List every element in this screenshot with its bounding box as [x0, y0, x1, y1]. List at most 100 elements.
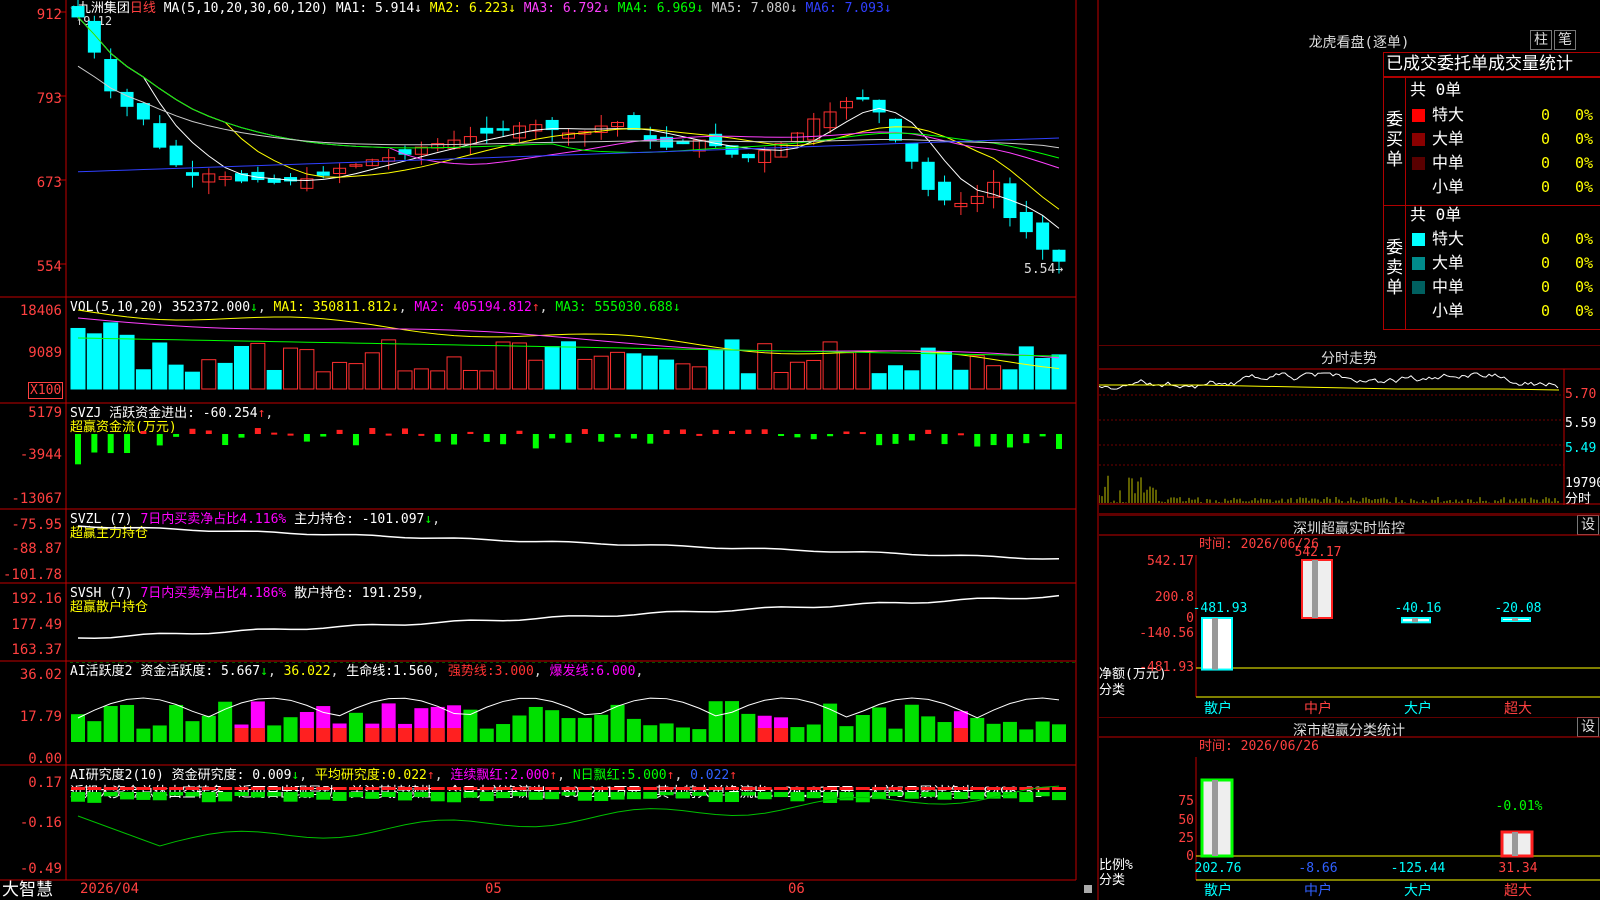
date-tick: 2026/04 [80, 881, 140, 897]
research-mark [201, 787, 216, 790]
research-bar [725, 792, 739, 803]
volume-panel[interactable]: VOL(5,10,20) 352372.000↓, MA1: 350811.81… [0, 298, 1098, 404]
research-mark [283, 787, 298, 790]
research-mark [626, 787, 641, 790]
research-bar [806, 792, 821, 799]
flow-bar [859, 432, 866, 435]
svsh-panel[interactable]: SVSH (7) 7日内买卖净占比4.186% 散户持仓: 191.259, 超… [0, 584, 1098, 662]
research-bar [283, 792, 298, 802]
order-color-swatch [1412, 157, 1425, 170]
research-mark [234, 787, 249, 790]
volume-bar [953, 369, 969, 390]
tick-mode-button[interactable]: 笔 [1554, 30, 1576, 50]
candlestick-chart[interactable] [0, 0, 1098, 298]
flow-bar [320, 434, 327, 437]
sz-class-category: 超大 [1504, 883, 1532, 899]
research-mark [398, 787, 412, 790]
activity-base [381, 728, 396, 742]
price-panel[interactable]: ★九洲集团日线 MA(5,10,20,30,60,120) MA1: 5.914… [0, 0, 1098, 298]
research-bar [381, 792, 396, 798]
activity-bar [561, 718, 576, 742]
svzl-panel[interactable]: SVZL (7) 7日内买卖净占比4.116% 主力持仓: -101.097↓,… [0, 510, 1098, 584]
flow-bar [598, 434, 605, 442]
volume-bar [462, 369, 478, 390]
intraday-chart[interactable] [1099, 345, 1600, 515]
holding-line [77, 594, 1060, 640]
ai-research-panel[interactable]: AI研究度2(10) 资金研究度: 0.009↓, 平均研究度:0.022↑, … [0, 766, 1098, 880]
research-mark [218, 787, 233, 790]
volume-bar [86, 333, 102, 390]
sz-monitor-panel[interactable]: 深圳超赢实时监控 设 时间: 2026/06/26 净额(万元) 分类 542.… [1099, 515, 1600, 717]
candle-body [872, 99, 886, 113]
sz-class-axis-tick: 75 [1178, 794, 1194, 809]
research-bar [741, 792, 756, 796]
lock-icon[interactable] [1084, 885, 1092, 893]
sz-class-value: 202.76 [1195, 861, 1242, 876]
lhb-row-n: 0 [1541, 130, 1551, 148]
lhb-row-p: 0% [1575, 302, 1594, 320]
candle-body [87, 20, 101, 53]
volume-bar [201, 359, 217, 390]
flow-bar [778, 434, 785, 436]
research-mark [937, 787, 952, 790]
flow-bar [908, 434, 915, 441]
ai1-bars [70, 662, 1076, 742]
flow-bar [696, 433, 703, 436]
activity-bar [725, 701, 739, 742]
activity-bar [806, 724, 821, 742]
activity-bar [103, 706, 118, 742]
candle-body [889, 118, 902, 141]
activity-bar [708, 701, 723, 742]
activity-bar [152, 725, 167, 742]
svzj-panel[interactable]: SVZJ 活跃资金进出: -60.254↑, 超赢资金流(万元) 5179 -3… [0, 404, 1098, 510]
research-mark [774, 787, 789, 790]
research-bar [561, 792, 576, 796]
activity-bar [610, 704, 625, 742]
volume-bar [184, 371, 200, 390]
flow-bar [614, 434, 621, 438]
activity-bar [1035, 721, 1050, 742]
bar-mode-button[interactable]: 柱 [1530, 30, 1552, 50]
lhb-tab-filled[interactable]: 已成交 [1386, 53, 1437, 75]
lhb-row-n: 0 [1541, 106, 1551, 124]
sz-monitor-category: 大户 [1404, 700, 1432, 717]
research-bar [332, 792, 347, 801]
sz-class-bar-shade [1512, 832, 1518, 856]
candle-body [627, 115, 641, 131]
activity-bar [87, 721, 102, 742]
volume-bars [70, 309, 1067, 390]
research-mark [447, 787, 462, 790]
flow-bar [516, 430, 523, 434]
volume-bar [610, 351, 626, 390]
volume-bar [593, 355, 609, 390]
volume-bar [724, 339, 740, 390]
flow-bar [156, 434, 163, 446]
flow-bar [336, 429, 343, 434]
lhb-tab-volume[interactable]: 成交量 [1488, 53, 1539, 75]
sell-total: 共 0单 [1410, 205, 1462, 224]
research-bar [659, 792, 674, 796]
ai-activity-panel[interactable]: AI活跃度2 资金活跃度: 5.667↓, 36.022, 生命线:1.560,… [0, 662, 1098, 767]
volume-bar [495, 341, 511, 390]
flow-bar [565, 434, 572, 443]
activity-base [365, 728, 380, 742]
research-mark [120, 787, 135, 790]
lhb-tab-stats[interactable]: 统计 [1539, 53, 1573, 75]
volume-bar [969, 355, 985, 390]
flow-bar [451, 434, 458, 445]
lhb-panel[interactable]: 龙虎看盘(逐单) 柱 笔 已成交 委托单 成交量 统计 委买单 委卖单 共 0单… [1099, 0, 1600, 345]
volume-bar [937, 351, 953, 390]
sz-class-panel[interactable]: 深市超赢分类统计 设 时间: 2026/06/26 比例% 分类 75 50 25 0… [1099, 717, 1600, 900]
activity-bar [169, 704, 184, 742]
flow-bar [647, 434, 654, 444]
volume-bar [855, 350, 871, 390]
research-mark [87, 787, 102, 790]
lhb-tab-orders[interactable]: 委托单 [1437, 53, 1488, 75]
intraday-panel[interactable]: 分时走势 5.70 5.59 5.49 19790 分时 [1099, 345, 1600, 515]
research-bar [185, 792, 200, 797]
volume-bar [446, 356, 462, 390]
activity-bar [512, 715, 527, 742]
main-chart-area[interactable]: ★九洲集团日线 MA(5,10,20,30,60,120) MA1: 5.914… [0, 0, 1099, 900]
research-mark [675, 787, 690, 790]
activity-base [774, 728, 789, 742]
